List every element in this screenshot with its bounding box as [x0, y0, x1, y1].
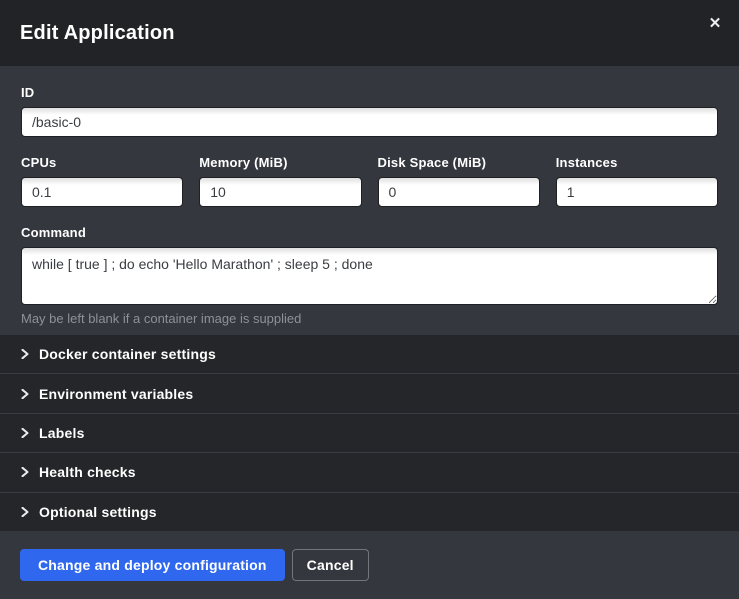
- command-textarea[interactable]: while [ true ] ; do echo 'Hello Marathon…: [21, 247, 718, 305]
- cancel-button[interactable]: Cancel: [292, 549, 369, 581]
- command-help-text: May be left blank if a container image i…: [21, 311, 718, 326]
- application-form: ID CPUs Memory (MiB) Disk Space (MiB) In…: [0, 66, 739, 335]
- section-labels[interactable]: Labels: [0, 413, 739, 452]
- instances-input[interactable]: [556, 177, 718, 207]
- section-optional-settings[interactable]: Optional settings: [0, 492, 739, 531]
- command-label: Command: [21, 225, 718, 240]
- modal-footer: Change and deploy configuration Cancel: [0, 531, 739, 599]
- id-field-group: ID: [21, 85, 718, 137]
- section-docker-container-settings[interactable]: Docker container settings: [0, 335, 739, 373]
- section-environment-variables[interactable]: Environment variables: [0, 373, 739, 412]
- disk-label: Disk Space (MiB): [378, 155, 540, 170]
- memory-label: Memory (MiB): [199, 155, 361, 170]
- disk-input[interactable]: [378, 177, 540, 207]
- section-label: Health checks: [39, 464, 136, 480]
- cpus-input[interactable]: [21, 177, 183, 207]
- section-label: Docker container settings: [39, 346, 216, 362]
- chevron-right-icon: [20, 467, 30, 477]
- chevron-right-icon: [20, 349, 30, 359]
- instances-field-group: Instances: [556, 155, 718, 207]
- section-label: Environment variables: [39, 386, 193, 402]
- edit-application-modal: Edit Application ✕ ID CPUs Memory (MiB) …: [0, 0, 739, 599]
- resources-row: CPUs Memory (MiB) Disk Space (MiB) Insta…: [21, 155, 718, 207]
- cpus-label: CPUs: [21, 155, 183, 170]
- modal-title: Edit Application: [20, 22, 175, 45]
- modal-header: Edit Application ✕: [0, 0, 739, 66]
- chevron-right-icon: [20, 389, 30, 399]
- memory-field-group: Memory (MiB): [199, 155, 361, 207]
- chevron-right-icon: [20, 428, 30, 438]
- memory-input[interactable]: [199, 177, 361, 207]
- id-label: ID: [21, 85, 718, 100]
- section-label: Optional settings: [39, 504, 157, 520]
- close-icon[interactable]: ✕: [703, 12, 727, 36]
- cpus-field-group: CPUs: [21, 155, 183, 207]
- disk-field-group: Disk Space (MiB): [378, 155, 540, 207]
- section-label: Labels: [39, 425, 85, 441]
- collapsible-sections: Docker container settings Environment va…: [0, 335, 739, 531]
- change-and-deploy-button[interactable]: Change and deploy configuration: [20, 549, 285, 581]
- section-health-checks[interactable]: Health checks: [0, 452, 739, 491]
- command-field-group: Command while [ true ] ; do echo 'Hello …: [21, 225, 718, 326]
- instances-label: Instances: [556, 155, 718, 170]
- id-input[interactable]: [21, 107, 718, 137]
- chevron-right-icon: [20, 507, 30, 517]
